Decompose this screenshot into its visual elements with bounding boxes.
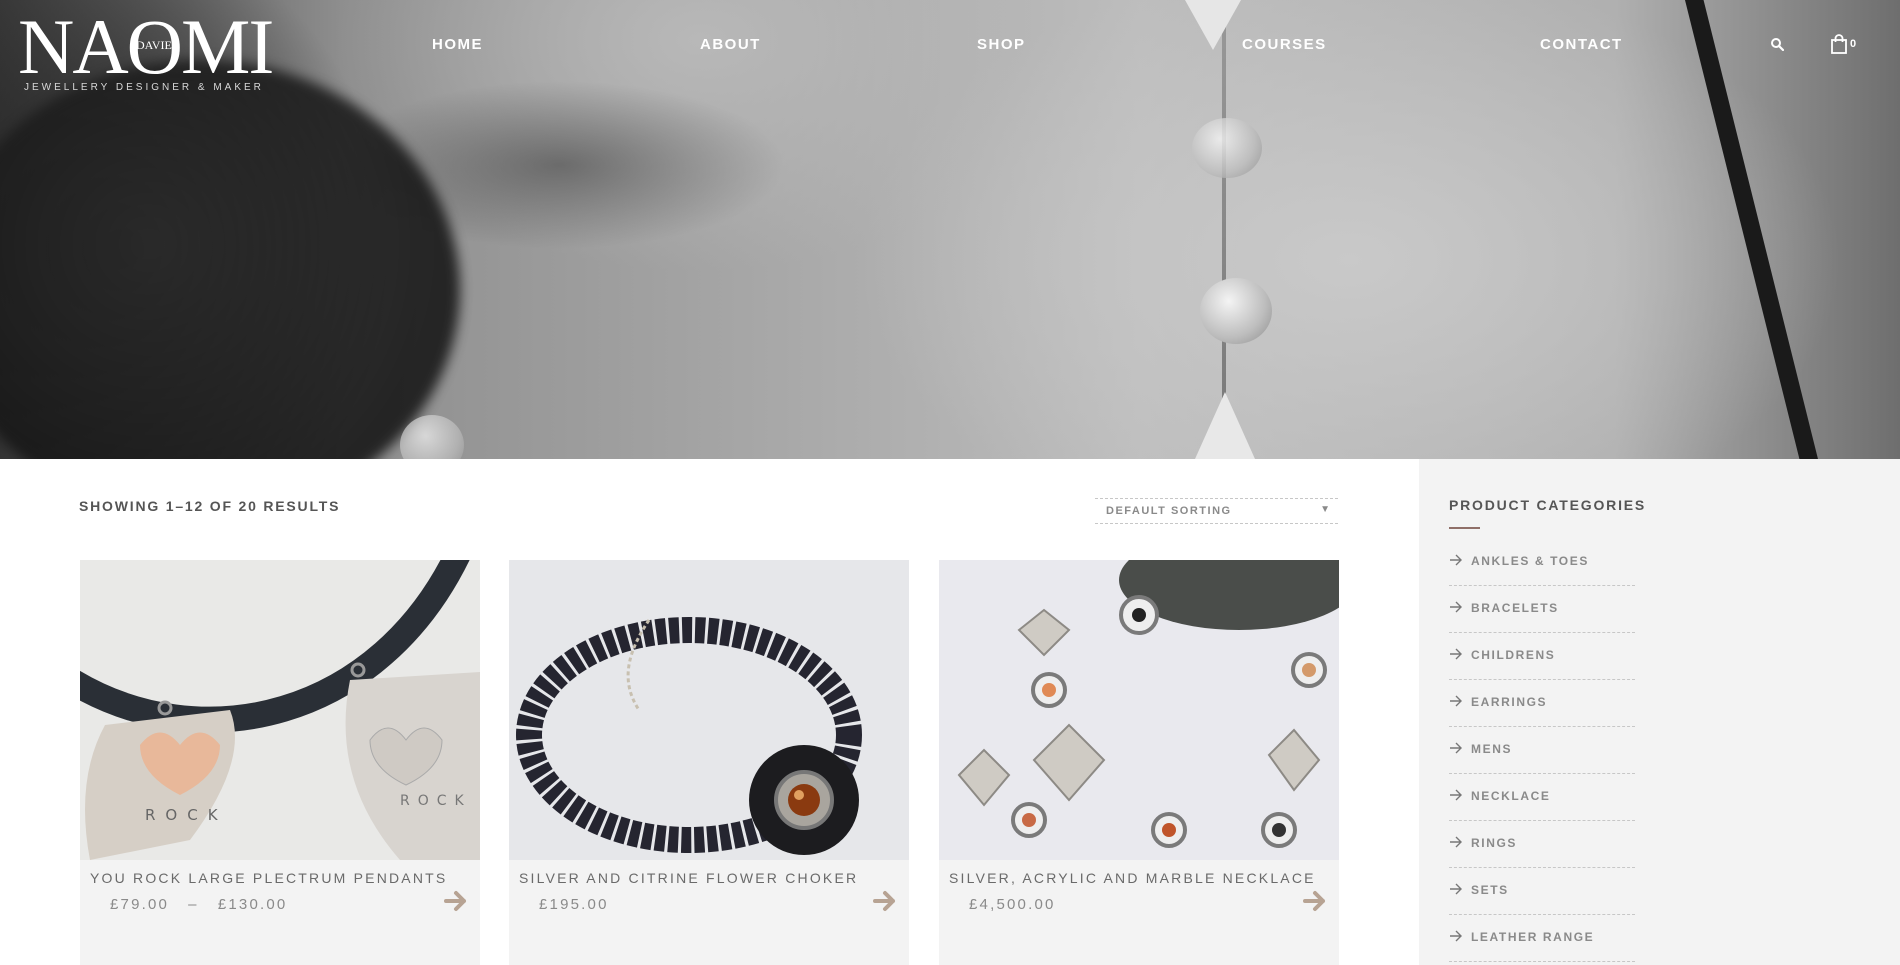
logo-tagline: JEWELLERY DESIGNER & MAKER: [24, 82, 264, 93]
arrow-right-icon[interactable]: [1303, 890, 1327, 912]
category-rings[interactable]: RINGS: [1449, 821, 1635, 868]
product-title[interactable]: SILVER, ACRYLIC AND MARBLE NECKLACE: [949, 870, 1316, 886]
nav-courses[interactable]: COURSES: [1242, 36, 1327, 53]
hero-earring-disc: [1192, 118, 1262, 178]
product-image[interactable]: [509, 560, 909, 860]
hero-earring-chain: [1222, 0, 1226, 459]
cart-count: 0: [1850, 38, 1857, 50]
result-count: SHOWING 1–12 OF 20 RESULTS: [79, 498, 341, 514]
heading-underline: [1449, 527, 1480, 529]
logo-surname: DAVIES: [136, 38, 179, 52]
category-label: EARRINGS: [1471, 695, 1548, 709]
product-price: £195.00: [539, 896, 609, 913]
category-label: NECKLACE: [1471, 789, 1551, 803]
hero-earring-triangle-top: [1185, 0, 1241, 50]
arrow-right-icon: [1450, 601, 1462, 613]
sorting-select[interactable]: DEFAULT SORTING ▼: [1095, 498, 1338, 524]
category-label: ANKLES & TOES: [1471, 554, 1589, 568]
arrow-right-icon: [1450, 554, 1462, 566]
arrow-right-icon[interactable]: [873, 890, 897, 912]
nav-about[interactable]: ABOUT: [700, 36, 761, 53]
sorting-selected: DEFAULT SORTING: [1106, 505, 1232, 517]
category-childrens[interactable]: CHILDRENS: [1449, 633, 1635, 680]
product-title[interactable]: SILVER AND CITRINE FLOWER CHOKER: [519, 870, 858, 886]
product-card[interactable]: SILVER, ACRYLIC AND MARBLE NECKLACE £4,5…: [939, 560, 1339, 965]
chevron-down-icon: ▼: [1320, 504, 1330, 515]
arrow-right-icon: [1450, 883, 1462, 895]
category-earrings[interactable]: EARRINGS: [1449, 680, 1635, 727]
hero-earring-bead: [1200, 278, 1272, 344]
svg-text:ROCK: ROCK: [145, 806, 228, 824]
arrow-right-icon[interactable]: [444, 890, 468, 912]
nav-shop[interactable]: SHOP: [977, 36, 1026, 53]
hero-hair-shape: [0, 60, 460, 459]
product-card[interactable]: ROCK ROCK YOU ROCK LARGE PLECTRUM PENDAN…: [80, 560, 480, 965]
arrow-right-icon: [1450, 695, 1462, 707]
arrow-right-icon: [1450, 930, 1462, 942]
sidebar: PRODUCT CATEGORIES ANKLES & TOES BRACELE…: [1419, 459, 1900, 965]
arrow-right-icon: [1450, 648, 1462, 660]
cart-button[interactable]: 0: [1830, 34, 1860, 54]
product-card[interactable]: SILVER AND CITRINE FLOWER CHOKER £195.00: [509, 560, 909, 965]
category-ankles-toes[interactable]: ANKLES & TOES: [1449, 539, 1635, 586]
category-label: BRACELETS: [1471, 601, 1559, 615]
product-price: £4,500.00: [969, 896, 1056, 913]
nav-contact[interactable]: CONTACT: [1540, 36, 1623, 53]
arrow-right-icon: [1450, 836, 1462, 848]
category-label: LEATHER RANGE: [1471, 930, 1595, 944]
category-necklace[interactable]: NECKLACE: [1449, 774, 1635, 821]
category-mens[interactable]: MENS: [1449, 727, 1635, 774]
product-title[interactable]: YOU ROCK LARGE PLECTRUM PENDANTS: [90, 870, 447, 886]
shopping-bag-icon: [1831, 34, 1847, 54]
category-bracelets[interactable]: BRACELETS: [1449, 586, 1635, 633]
category-label: CHILDRENS: [1471, 648, 1556, 662]
svg-text:ROCK: ROCK: [400, 793, 472, 809]
arrow-right-icon: [1450, 742, 1462, 754]
product-image[interactable]: [939, 560, 1339, 860]
category-label: MENS: [1471, 742, 1513, 756]
category-leather-range[interactable]: LEATHER RANGE: [1449, 915, 1635, 962]
hero-strap-shape: [1680, 0, 1824, 459]
product-price: £79.00 – £130.00: [110, 896, 288, 913]
category-label: SETS: [1471, 883, 1509, 897]
nav-home[interactable]: HOME: [432, 36, 483, 53]
hero-earring-triangle-bottom: [1195, 392, 1255, 459]
category-label: RINGS: [1471, 836, 1518, 850]
arrow-right-icon: [1450, 789, 1462, 801]
category-sets[interactable]: SETS: [1449, 868, 1635, 915]
sidebar-heading: PRODUCT CATEGORIES: [1449, 497, 1647, 513]
product-image[interactable]: ROCK ROCK: [80, 560, 480, 860]
search-icon[interactable]: [1770, 37, 1784, 51]
site-logo[interactable]: NAOMI DAVIES JEWELLERY DESIGNER & MAKER: [18, 8, 288, 100]
